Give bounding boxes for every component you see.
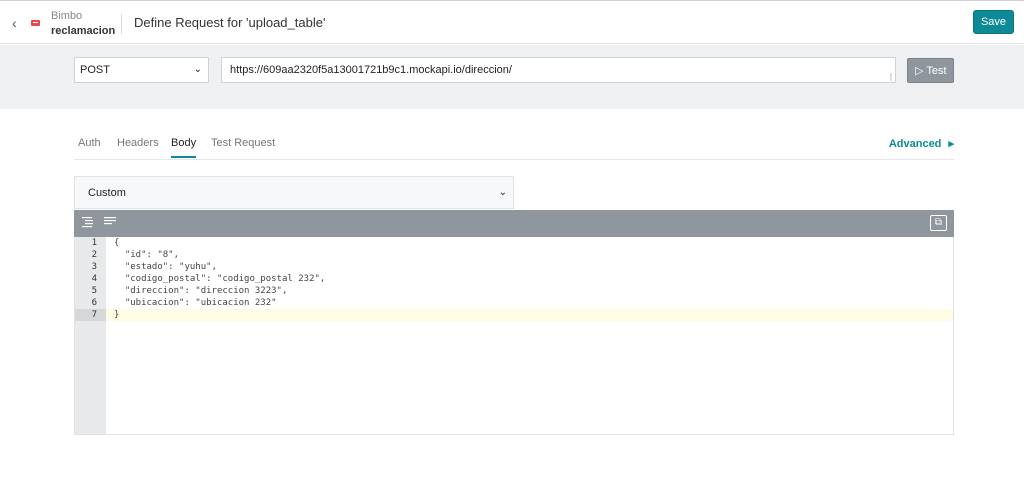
code-line: 1{: [75, 237, 953, 249]
tab-bar: Auth Headers Body Test Request Advanced …: [74, 132, 954, 160]
caret-right-icon: ▸: [948, 138, 954, 150]
code-line-active: 7}: [75, 309, 953, 321]
line-number: 2: [91, 250, 97, 260]
url-input[interactable]: https://609aa2320f5a13001721b9c1.mockapi…: [221, 57, 896, 83]
code-line: 6 "ubicacion": "ubicacion 232": [75, 297, 953, 309]
align-format-icon[interactable]: [82, 216, 94, 228]
code-line: 3 "estado": "yuhu",: [75, 261, 953, 273]
line-number: 7: [75, 309, 106, 321]
top-bar: ‹ Bimbo reclamacion Define Request for '…: [0, 0, 1024, 44]
tab-body[interactable]: Body: [171, 137, 197, 158]
line-number: 3: [91, 262, 97, 272]
code-line: 5 "direccion": "direccion 3223",: [75, 285, 953, 297]
code-text: "ubicacion": "ubicacion 232": [114, 298, 277, 308]
code-line: 2 "id": "8",: [75, 249, 953, 261]
code-text: "estado": "yuhu",: [114, 262, 217, 272]
test-button[interactable]: ▷ Test: [907, 58, 954, 83]
code-text: "codigo_postal": "codigo_postal 232",: [114, 274, 326, 284]
app-logo-icon: [31, 20, 40, 26]
line-number: 4: [91, 274, 97, 284]
url-value: https://609aa2320f5a13001721b9c1.mockapi…: [230, 64, 512, 76]
play-icon: ▷: [915, 65, 924, 77]
tab-test-request[interactable]: Test Request: [211, 137, 275, 156]
copy-icon[interactable]: ⧉: [930, 215, 947, 231]
header-divider: [121, 14, 122, 34]
tab-auth[interactable]: Auth: [78, 137, 101, 156]
chevron-down-icon: ⌄: [498, 187, 507, 198]
editor-toolbar: ⧉: [74, 210, 954, 237]
chevron-down-icon: ⌄: [193, 64, 202, 75]
tab-headers[interactable]: Headers: [117, 137, 159, 156]
request-bar: POST ⌄ https://609aa2320f5a13001721b9c1.…: [0, 45, 1024, 109]
resize-grip-icon[interactable]: ∣: [889, 72, 893, 81]
line-number: 5: [91, 286, 97, 296]
body-type-value: Custom: [88, 187, 126, 199]
lines-icon[interactable]: [104, 216, 116, 228]
advanced-link[interactable]: Advanced ▸: [889, 137, 954, 150]
code-line: 4 "codigo_postal": "codigo_postal 232",: [75, 273, 953, 285]
app-name: Bimbo: [51, 10, 83, 22]
code-text: "direccion": "direccion 3223",: [114, 286, 288, 296]
line-number: 1: [91, 238, 97, 248]
code-text: "id": "8",: [114, 250, 180, 260]
method-select[interactable]: POST ⌄: [74, 57, 209, 83]
test-label: Test: [926, 65, 947, 77]
app-subtitle: reclamacion: [51, 25, 116, 37]
back-chevron-icon[interactable]: ‹: [12, 16, 24, 30]
save-button[interactable]: Save: [973, 10, 1014, 34]
body-type-select[interactable]: Custom ⌄: [74, 176, 514, 209]
code-text: {: [114, 238, 120, 248]
code-text: }: [114, 310, 120, 320]
code-editor[interactable]: 1{ 2 "id": "8", 3 "estado": "yuhu", 4 "c…: [74, 237, 954, 435]
line-number: 6: [91, 298, 97, 308]
method-value: POST: [80, 64, 110, 76]
advanced-label: Advanced: [888, 138, 942, 150]
page-title: Define Request for 'upload_table': [134, 15, 326, 30]
